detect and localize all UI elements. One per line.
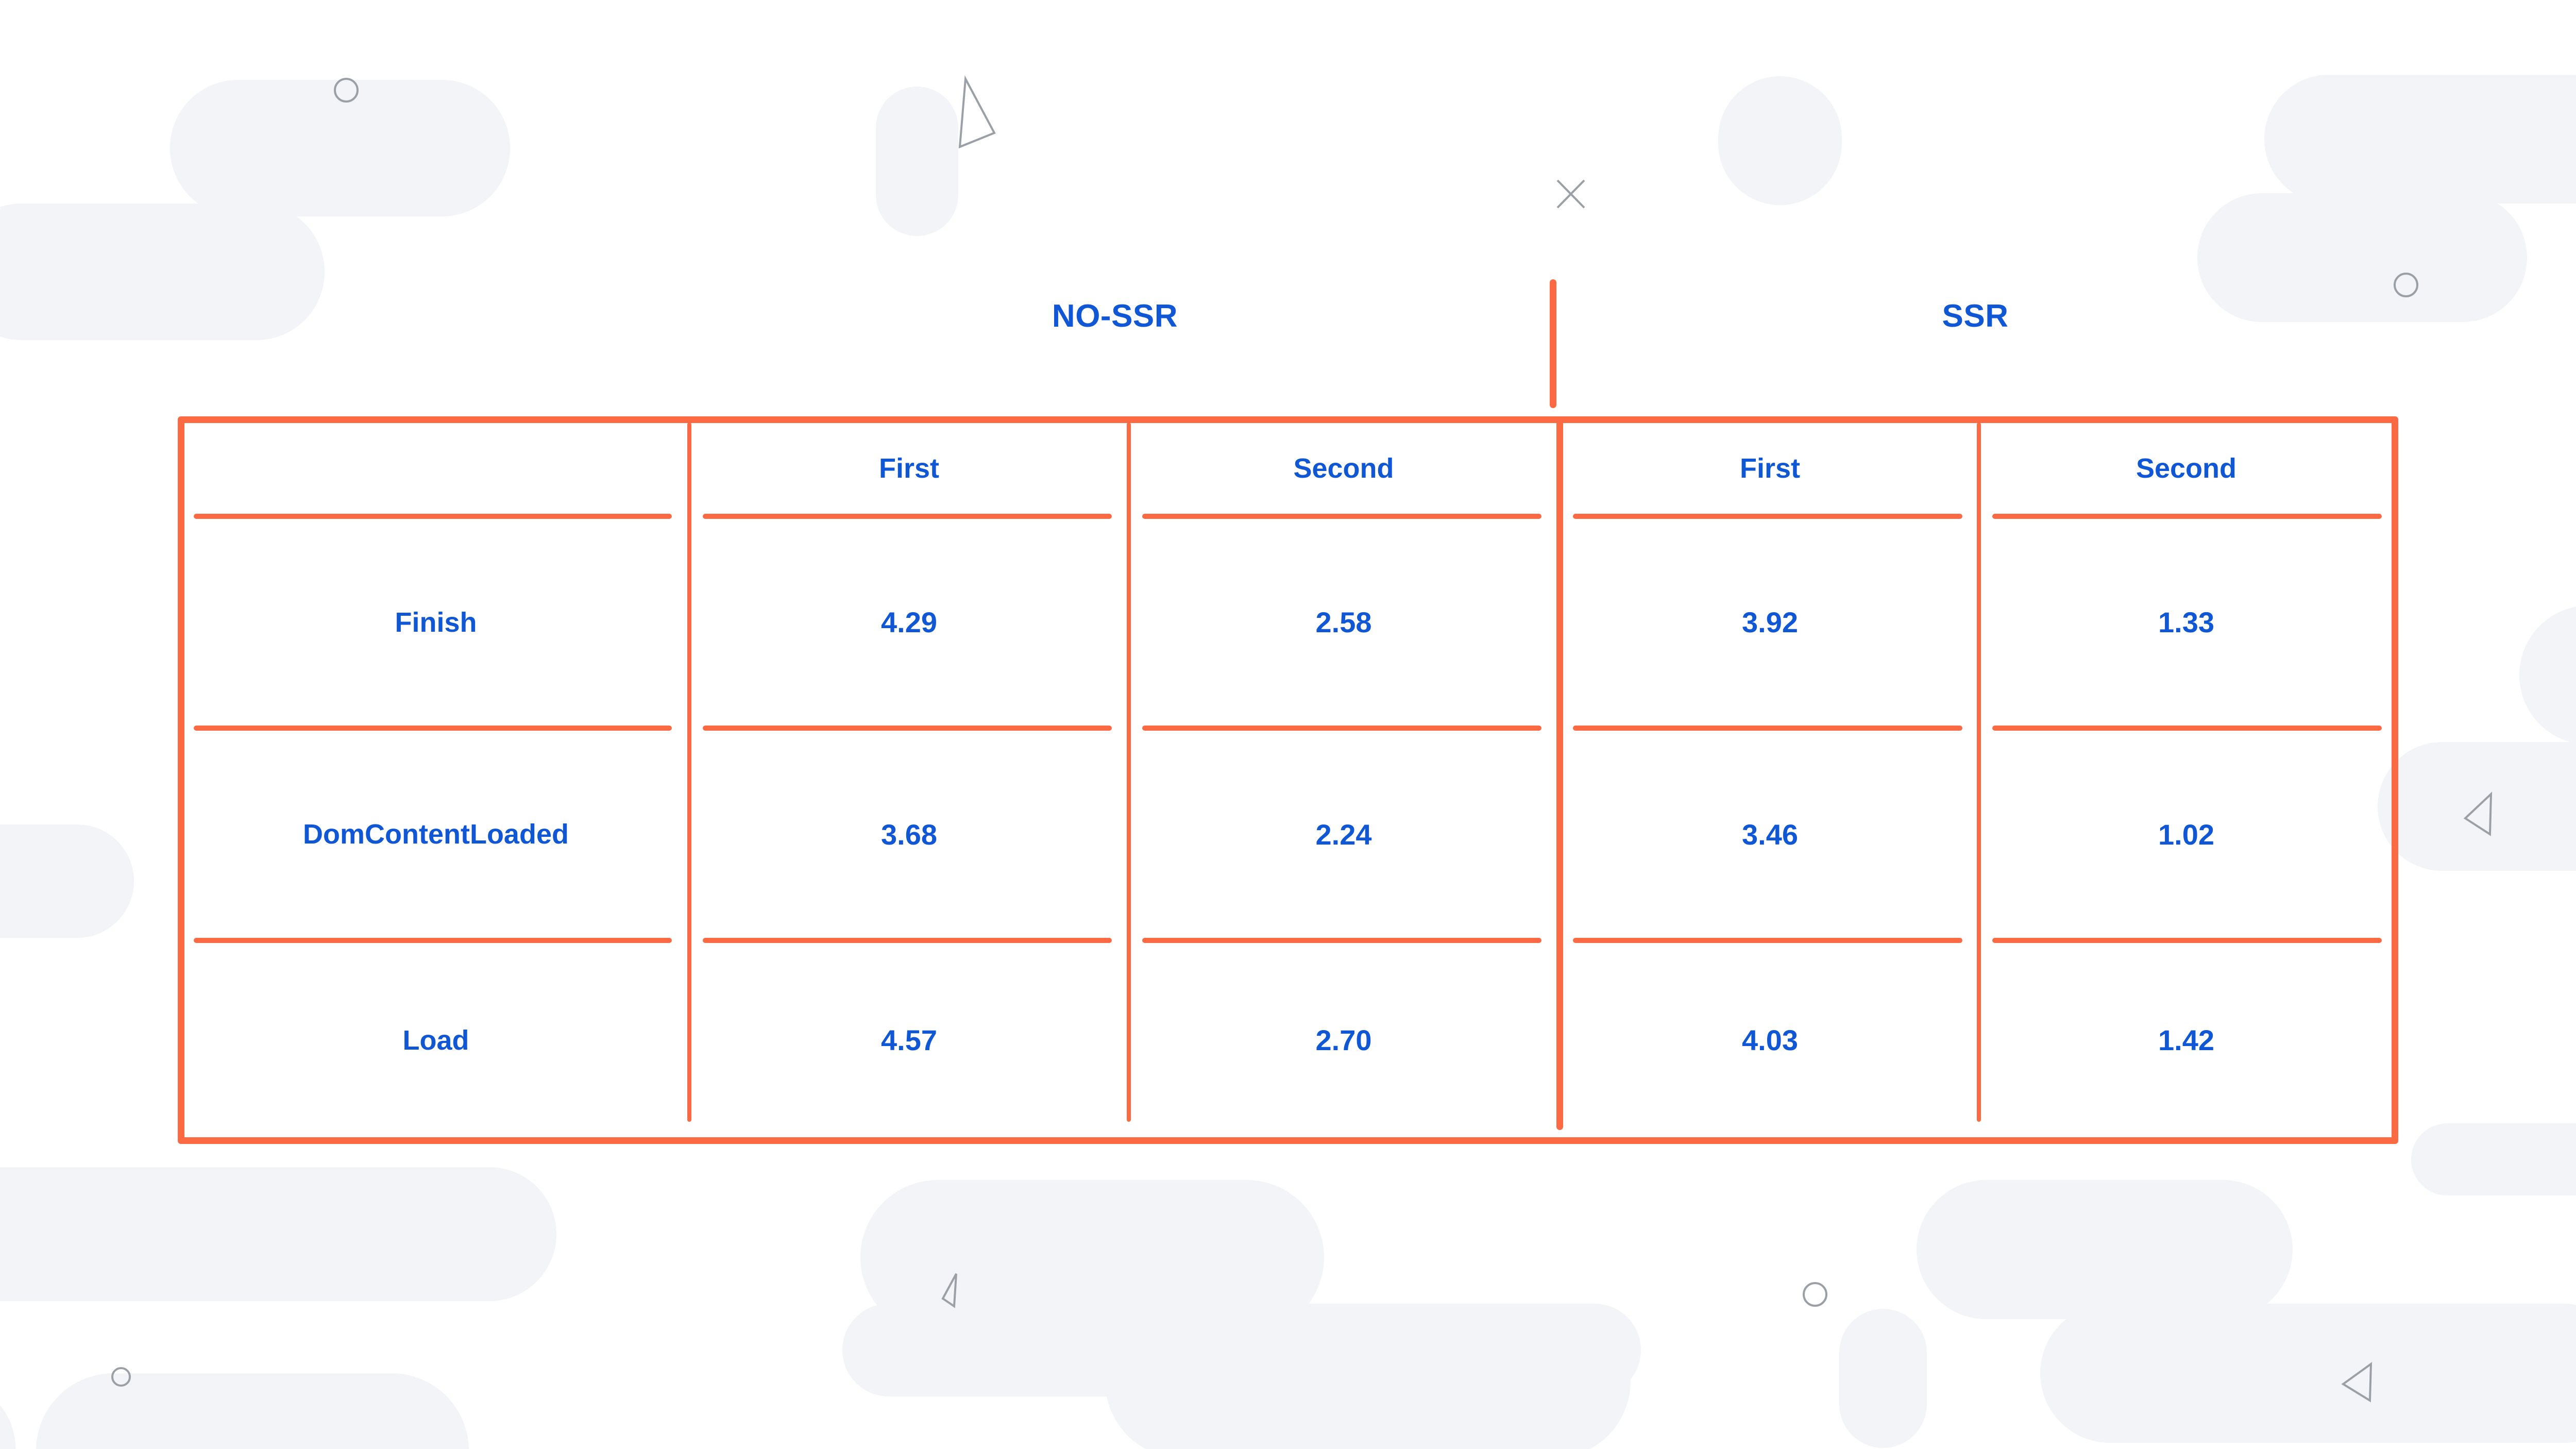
decor-blob [1105, 1304, 1631, 1449]
row-divider-1-c1 [703, 726, 1112, 731]
row-divider-2-c4 [1992, 938, 2382, 943]
decor-blob [860, 1180, 1324, 1335]
row-label-domcontentloaded: DomContentLoaded [303, 819, 569, 850]
decor-blob [0, 824, 134, 938]
decor-blob [2040, 1304, 2576, 1443]
cell-load-nossr-first: 4.57 [881, 1024, 937, 1056]
cell-dcl-ssr-first: 3.46 [1742, 818, 1798, 851]
decor-blob [2411, 1123, 2576, 1195]
circle-outline-icon [334, 78, 359, 103]
decor-blob [2519, 606, 2576, 744]
table-corner-header [184, 423, 687, 514]
triangle-outline-icon [958, 75, 996, 149]
column-header-nossr-first: First [878, 453, 940, 484]
cell-finish-nossr-second: 2.58 [1315, 606, 1372, 638]
group-header-no-ssr: NO-SSR [1052, 298, 1178, 334]
column-header-ssr-second: Second [2136, 453, 2237, 484]
decor-blob [0, 204, 325, 340]
column-divider-1 [687, 423, 691, 1122]
decor-blob [36, 1373, 469, 1449]
decor-blob [0, 1167, 556, 1301]
circle-outline-icon [2394, 273, 2418, 297]
group-header-ssr: SSR [1942, 298, 2009, 334]
cell-load-ssr-first: 4.03 [1742, 1024, 1798, 1056]
cell-dcl-ssr-second: 1.02 [2158, 818, 2214, 851]
circle-outline-icon [1803, 1282, 1827, 1307]
cell-finish-ssr-second: 1.33 [2158, 606, 2214, 638]
cross-outline-icon [1556, 179, 1585, 209]
table-grid: First Second First Second Finish 4.29 2.… [184, 416, 2392, 1137]
row-divider-1-c0 [194, 726, 672, 731]
triangle-outline-icon [2341, 1362, 2372, 1403]
cell-load-ssr-second: 1.42 [2158, 1024, 2214, 1056]
decor-blob [170, 80, 510, 216]
cell-finish-nossr-first: 4.29 [881, 606, 937, 638]
decor-blob [0, 1405, 15, 1449]
decor-blob [876, 87, 958, 236]
row-divider-2-c1 [703, 938, 1112, 943]
row-divider-header-c0 [194, 514, 672, 519]
row-divider-2-c3 [1573, 938, 1962, 943]
row-divider-header-c3 [1573, 514, 1962, 519]
row-divider-1-c2 [1142, 726, 1541, 731]
decor-blob [1718, 76, 1842, 205]
row-label-load: Load [402, 1024, 469, 1056]
row-divider-header-c1 [703, 514, 1112, 519]
row-divider-header-c4 [1992, 514, 2382, 519]
decor-blob [842, 1304, 1641, 1396]
triangle-outline-icon [941, 1273, 957, 1308]
column-header-ssr-first: First [1739, 453, 1801, 484]
decor-blob [2264, 75, 2576, 204]
row-divider-2-c2 [1142, 938, 1541, 943]
decor-blob [2378, 742, 2576, 871]
row-divider-header-c2 [1142, 514, 1541, 519]
row-divider-2-c0 [194, 938, 672, 943]
column-header-nossr-second: Second [1293, 453, 1394, 484]
column-divider-3 [1977, 423, 1981, 1122]
cell-load-nossr-second: 2.70 [1315, 1024, 1372, 1056]
column-divider-2 [1127, 423, 1131, 1122]
row-divider-1-c4 [1992, 726, 2382, 731]
circle-outline-icon [111, 1367, 131, 1387]
group-divider-stub [1550, 279, 1556, 408]
row-label-finish: Finish [395, 606, 477, 638]
cell-finish-ssr-first: 3.92 [1742, 606, 1798, 638]
page-root: NO-SSR SSR First Second First Second Fin… [0, 0, 2576, 1449]
row-divider-1-c3 [1573, 726, 1962, 731]
decor-blob [2197, 193, 2527, 322]
decor-blob [1917, 1180, 2293, 1319]
group-divider-main [1556, 416, 1563, 1130]
decor-blob [1839, 1309, 1927, 1448]
performance-table: First Second First Second Finish 4.29 2.… [178, 416, 2398, 1144]
triangle-outline-icon [2463, 791, 2493, 836]
cell-dcl-nossr-first: 3.68 [881, 818, 937, 851]
cell-dcl-nossr-second: 2.24 [1315, 818, 1372, 851]
